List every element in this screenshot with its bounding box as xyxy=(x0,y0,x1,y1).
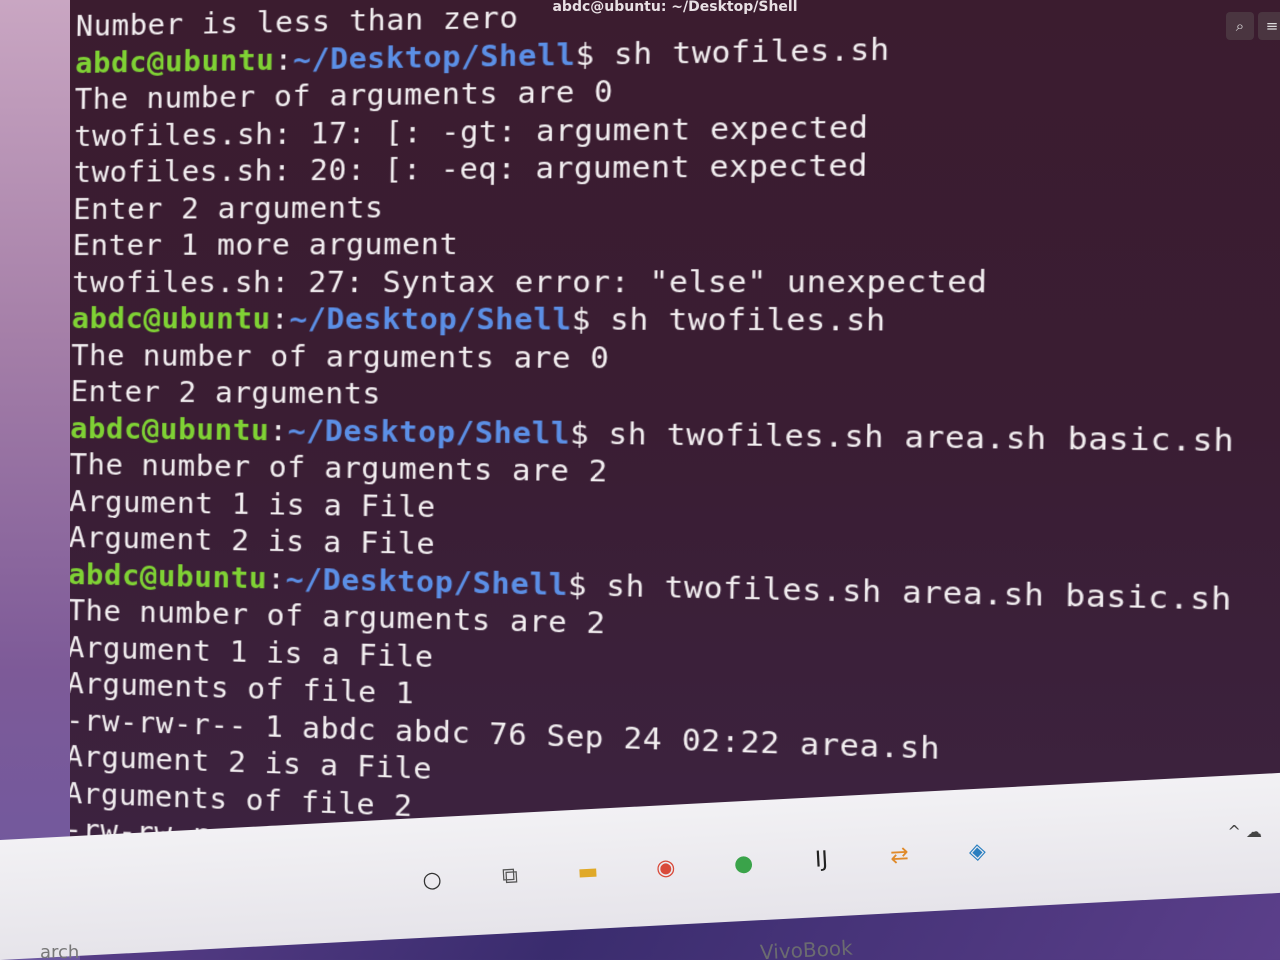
prompt-user: abdc@ubuntu xyxy=(75,41,275,80)
vmware-icon[interactable]: ⇄ xyxy=(877,833,921,877)
screen-bezel xyxy=(0,0,80,960)
command-text: sh twofiles.sh area.sh basic.sh xyxy=(589,415,1235,459)
cortana-icon[interactable]: ○ xyxy=(410,858,454,902)
prompt-line: abdc@ubuntu:~/Desktop/Shell$ sh twofiles… xyxy=(71,300,1280,341)
command-text: sh twofiles.sh xyxy=(594,30,891,72)
prompt-dollar: $ xyxy=(567,566,588,603)
intellij-icon[interactable]: IJ xyxy=(799,837,843,881)
terminal-window[interactable]: abdc@ubuntu: ~/Desktop/Shell ⌕ ≡ Number … xyxy=(70,0,1280,860)
prompt-path: ~/Desktop/Shell xyxy=(292,36,576,77)
prompt-dollar: $ xyxy=(575,36,595,72)
prompt-dollar: $ xyxy=(571,301,592,337)
mysql-workbench-icon[interactable]: ◈ xyxy=(955,829,999,873)
prompt-user: abdc@ubuntu xyxy=(70,410,270,447)
prompt-user: abdc@ubuntu xyxy=(70,556,268,595)
file-explorer-icon[interactable]: ▬ xyxy=(566,850,610,894)
system-tray[interactable]: ^ ☁ xyxy=(1228,822,1263,841)
terminal-output: Number is less than zero abdc@ubuntu:~/De… xyxy=(70,0,1280,860)
command-text: sh twofiles.sh xyxy=(590,301,887,338)
task-view-icon[interactable]: ⧉ xyxy=(488,854,532,898)
prompt-colon: : xyxy=(274,41,294,77)
chrome-icon[interactable]: ◉ xyxy=(644,846,688,890)
app-green-icon[interactable]: ● xyxy=(722,841,766,885)
laptop-brand-label: VivoBook xyxy=(759,935,854,960)
prompt-dollar: $ xyxy=(569,415,590,451)
prompt-user: abdc@ubuntu xyxy=(71,301,272,336)
output-line: Enter 1 more argument xyxy=(72,226,459,263)
prompt-colon: : xyxy=(270,301,290,336)
prompt-path: ~/Desktop/Shell xyxy=(285,560,569,602)
taskbar-search-hint[interactable]: arch xyxy=(40,942,79,960)
prompt-path: ~/Desktop/Shell xyxy=(287,412,571,451)
prompt-path: ~/Desktop/Shell xyxy=(289,301,572,337)
prompt-colon: : xyxy=(269,412,289,448)
prompt-colon: : xyxy=(267,560,286,596)
output-line: twofiles.sh: 27: Syntax error: "else" un… xyxy=(71,262,989,300)
